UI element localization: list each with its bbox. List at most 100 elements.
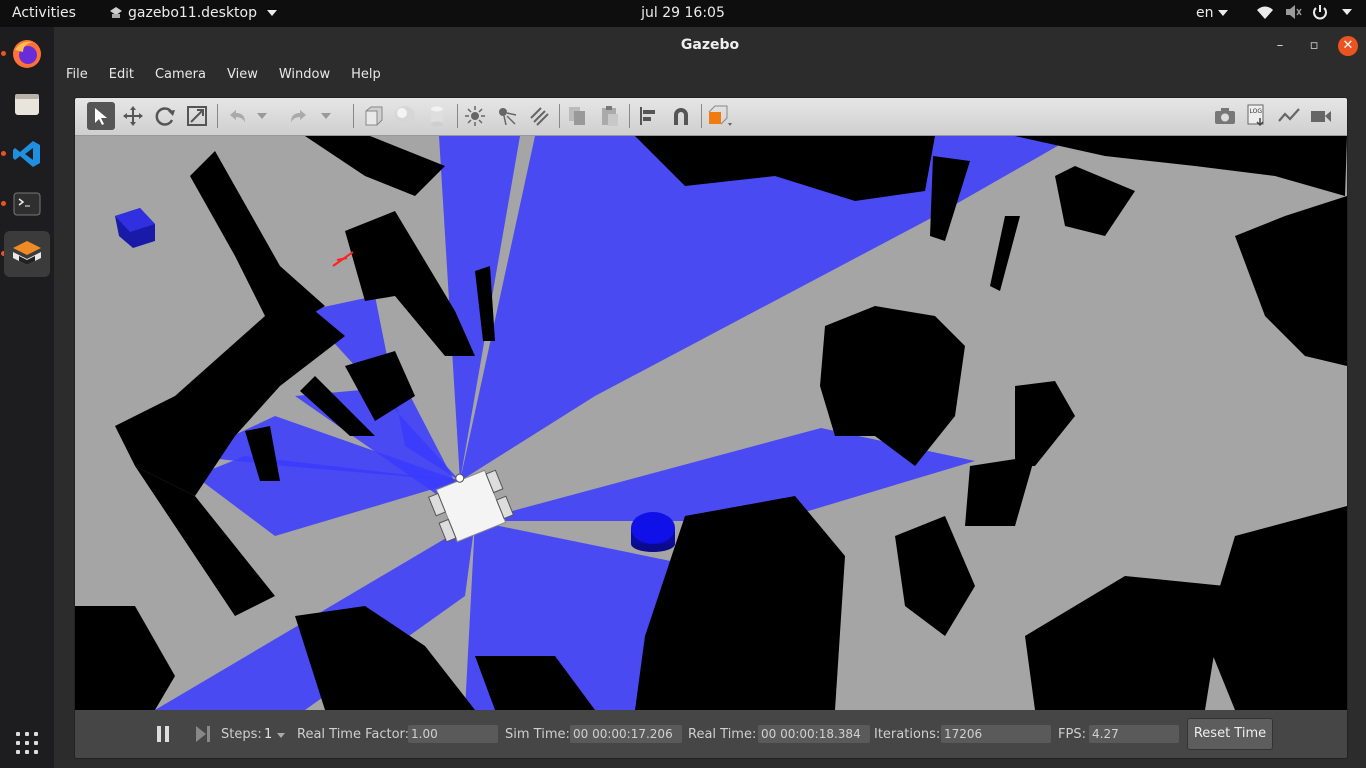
align-button[interactable] bbox=[635, 102, 663, 130]
gazebo-panel: LOG Steps: 1 Real Time Factor: 1.00 Sim … bbox=[74, 97, 1348, 759]
toolbar: LOG bbox=[75, 98, 1347, 136]
directional-light-button[interactable] bbox=[525, 102, 553, 130]
maximize-button[interactable]: ▫ bbox=[1304, 36, 1324, 56]
scene-render[interactable] bbox=[75, 136, 1347, 710]
menu-view[interactable]: View bbox=[215, 64, 267, 88]
menu-bar: File Edit Camera View Window Help bbox=[54, 64, 1366, 88]
toolbar-separator bbox=[353, 104, 354, 128]
menu-window[interactable]: Window bbox=[267, 64, 339, 88]
show-applications-icon[interactable] bbox=[16, 732, 38, 754]
screenshot-button[interactable] bbox=[1211, 102, 1239, 130]
steps-down-icon[interactable] bbox=[277, 733, 285, 738]
toolbar-separator bbox=[629, 104, 630, 128]
redo-history-button[interactable] bbox=[317, 102, 331, 130]
box-icon bbox=[365, 106, 383, 126]
step-forward-icon[interactable] bbox=[195, 725, 211, 743]
arrow-cursor-icon bbox=[95, 108, 107, 125]
log-button[interactable]: LOG bbox=[1243, 102, 1271, 130]
translate-mode-button[interactable] bbox=[119, 102, 147, 130]
blue-cylinder-model[interactable] bbox=[631, 512, 675, 552]
toolbar-separator bbox=[457, 104, 458, 128]
directional-light-icon bbox=[530, 107, 549, 126]
undo-history-button[interactable] bbox=[253, 102, 267, 130]
redo-icon bbox=[291, 110, 306, 122]
copy-button[interactable] bbox=[563, 102, 591, 130]
sphere-shape-button[interactable] bbox=[391, 102, 419, 130]
plot-icon bbox=[1278, 108, 1300, 122]
fps-field: 4.27 bbox=[1089, 725, 1179, 743]
real-time-factor-label: Real Time Factor: bbox=[297, 727, 410, 742]
minimize-button[interactable]: – bbox=[1270, 36, 1290, 56]
sim-time-label: Sim Time: bbox=[505, 727, 570, 742]
menu-edit[interactable]: Edit bbox=[97, 64, 143, 88]
sphere-icon bbox=[395, 106, 415, 126]
view-angle-button[interactable] bbox=[707, 102, 735, 130]
rotate-icon bbox=[155, 107, 175, 126]
redo-button[interactable] bbox=[285, 102, 313, 130]
steps-label: Steps: bbox=[221, 727, 262, 742]
wifi-icon bbox=[1257, 6, 1273, 19]
select-mode-button[interactable] bbox=[87, 102, 115, 130]
copy-icon bbox=[569, 107, 585, 125]
cylinder-shape-button[interactable] bbox=[423, 102, 451, 130]
toolbar-separator bbox=[559, 104, 560, 128]
svg-text:LOG: LOG bbox=[1250, 108, 1263, 115]
language-selector[interactable]: en bbox=[1196, 5, 1228, 21]
toolbar-separator bbox=[701, 104, 702, 128]
box-shape-button[interactable] bbox=[359, 102, 387, 130]
menu-file[interactable]: File bbox=[54, 64, 97, 88]
system-menu[interactable] bbox=[1256, 4, 1352, 20]
fps-label: FPS: bbox=[1058, 727, 1086, 742]
spotlight-icon bbox=[499, 108, 517, 126]
dock bbox=[0, 27, 55, 768]
chevron-down-icon bbox=[1217, 10, 1228, 16]
real-time-label: Real Time: bbox=[688, 727, 757, 742]
rotate-mode-button[interactable] bbox=[151, 102, 179, 130]
status-bar: Steps: 1 Real Time Factor: 1.00 Sim Time… bbox=[75, 710, 1347, 758]
iterations-field: 17206 bbox=[941, 725, 1051, 743]
undo-button[interactable] bbox=[223, 102, 251, 130]
video-record-button[interactable] bbox=[1307, 102, 1335, 130]
close-button[interactable]: ✕ bbox=[1338, 36, 1358, 56]
power-icon bbox=[1313, 5, 1327, 20]
steps-value[interactable]: 1 bbox=[264, 727, 272, 742]
cylinder-icon bbox=[431, 106, 443, 127]
pause-icon[interactable] bbox=[155, 725, 171, 743]
menu-help[interactable]: Help bbox=[339, 64, 390, 88]
top-bar: Activities gazebo11.desktop jul 29 16:05… bbox=[0, 0, 1366, 27]
volume-muted-icon bbox=[1286, 5, 1302, 19]
firefox-icon[interactable] bbox=[4, 31, 50, 77]
gazebo-icon[interactable] bbox=[4, 231, 50, 277]
magnet-icon bbox=[674, 108, 688, 125]
3d-viewport[interactable] bbox=[75, 136, 1347, 710]
plot-button[interactable] bbox=[1275, 102, 1303, 130]
video-camera-icon bbox=[1311, 111, 1331, 122]
undo-icon bbox=[230, 110, 245, 122]
spot-light-button[interactable] bbox=[493, 102, 521, 130]
move-arrows-icon bbox=[123, 106, 143, 126]
view-angle-icon bbox=[708, 105, 732, 126]
real-time-field: 00 00:00:18.384 bbox=[758, 725, 870, 743]
snap-button[interactable] bbox=[667, 102, 695, 130]
window-titlebar[interactable]: Gazebo – ▫ ✕ bbox=[54, 27, 1366, 64]
reset-time-button[interactable]: Reset Time bbox=[1187, 718, 1273, 750]
chevron-down-icon bbox=[257, 113, 267, 119]
camera-icon bbox=[1215, 108, 1235, 124]
chevron-down-icon bbox=[1342, 9, 1352, 15]
point-light-button[interactable] bbox=[461, 102, 489, 130]
align-icon bbox=[640, 107, 655, 125]
toolbar-separator bbox=[217, 104, 218, 128]
scale-icon bbox=[187, 106, 207, 126]
clock[interactable]: jul 29 16:05 bbox=[641, 5, 725, 21]
language-label: en bbox=[1196, 5, 1214, 21]
files-icon[interactable] bbox=[4, 81, 50, 127]
paste-icon bbox=[602, 106, 618, 126]
menu-camera[interactable]: Camera bbox=[143, 64, 215, 88]
scale-mode-button[interactable] bbox=[183, 102, 211, 130]
paste-button[interactable] bbox=[595, 102, 623, 130]
iterations-label: Iterations: bbox=[874, 727, 941, 742]
vscode-icon[interactable] bbox=[4, 131, 50, 177]
sim-time-field: 00 00:00:17.206 bbox=[570, 725, 682, 743]
chevron-down-icon bbox=[321, 113, 331, 119]
terminal-icon[interactable] bbox=[4, 181, 50, 227]
